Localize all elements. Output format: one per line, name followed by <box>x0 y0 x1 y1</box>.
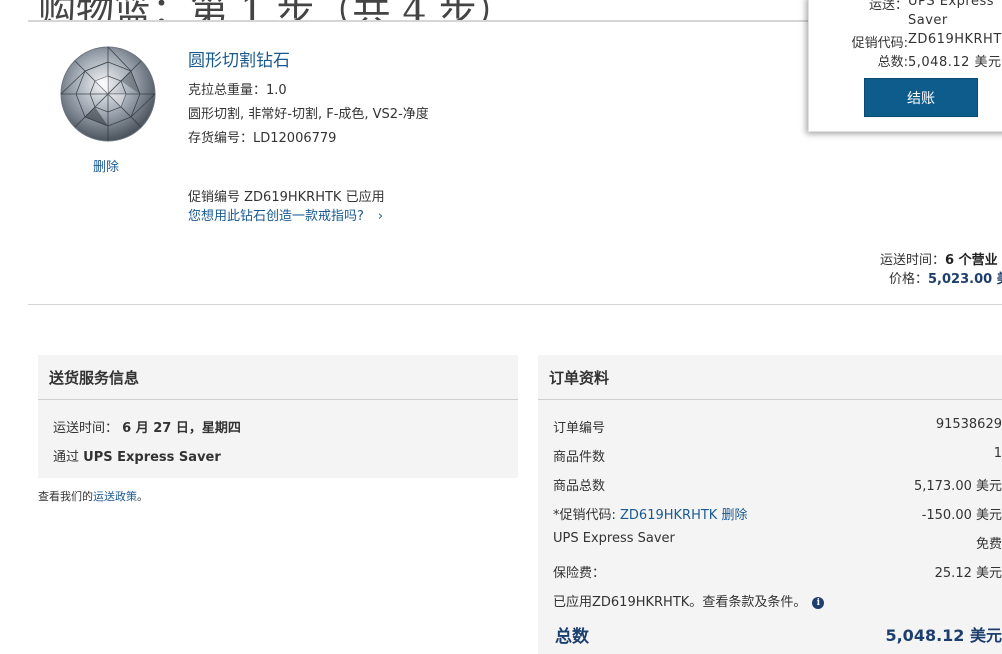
remove-item-link[interactable]: 删除 <box>93 156 119 175</box>
order-number-value: 91538629 <box>935 417 1002 432</box>
insurance-value: 25.12 美元 <box>934 566 1002 581</box>
item-carat: 克拉总重量：1.0 <box>188 83 287 98</box>
order-panel-title: 订单资料 <box>549 369 610 387</box>
summary-shipping-value: UPS Express <box>908 0 995 9</box>
terms-text: 已应用ZD619HKRHTK。查看条款及条件。 i <box>553 591 825 610</box>
promo-label-prefix: *促销代码: <box>553 508 621 523</box>
order-total-label: 总数 <box>555 627 589 647</box>
create-ring-label: 您想用此钻石创造一款戒指吗? <box>188 209 364 224</box>
summary-promo-label: 促销代码: <box>851 36 908 51</box>
promo-label: *促销代码: ZD619HKRHTK 删除 <box>553 504 747 523</box>
section-divider <box>28 304 1002 305</box>
subtotal-value: 5,173.00 美元 <box>913 479 1002 494</box>
item-ship-time-value: 6 个营业 <box>945 253 998 268</box>
policy-suffix: 。 <box>137 490 148 503</box>
diamond-image <box>60 46 156 142</box>
policy-prefix: 查看我们的 <box>38 490 93 503</box>
page-heading: 购物篮：第 1 步（共 4 步） <box>28 0 818 22</box>
shipping-policy-note: 查看我们的运送政策。 <box>38 488 148 504</box>
item-count-value: 1 <box>993 446 1002 461</box>
order-number-label: 订单编号 <box>553 421 606 436</box>
create-ring-link[interactable]: 您想用此钻石创造一款戒指吗? › <box>188 205 383 224</box>
page-title: 购物篮：第 1 步（共 4 步） <box>38 0 515 22</box>
item-price: 价格：5,023.00 美 <box>889 268 1002 287</box>
shipping-via-value: UPS Express Saver <box>83 450 221 465</box>
terms-prefix: 已应用ZD619HKRHTK。 <box>553 595 703 610</box>
shipping-time-line: 运送时间： 6 月 27 日，星期四 <box>53 417 241 436</box>
item-price-label: 价格： <box>889 272 929 287</box>
order-info-panel: 订单资料 订单编号 91538629 商品件数 1 商品总数 5,173.00 … <box>538 355 1002 654</box>
item-price-value: 5,023.00 美 <box>928 272 1002 287</box>
shipping-time-label: 运送时间： <box>53 421 119 436</box>
insurance-label: 保险费： <box>553 566 606 581</box>
promo-remove-link[interactable]: 删除 <box>721 508 747 523</box>
shipping-via-label: 通过 <box>53 450 80 465</box>
summary-shipping-value-2: Saver <box>908 13 948 28</box>
item-sku: 存货编号：LD12006779 <box>188 131 337 146</box>
chevron-right-icon: › <box>377 209 384 224</box>
shipping-info-panel: 送货服务信息 运送时间： 6 月 27 日，星期四 通过 UPS Express… <box>38 355 518 478</box>
order-panel-rule <box>538 399 1002 400</box>
promo-value: -150.00 美元 <box>921 508 1002 523</box>
shipping-cost-label: UPS Express Saver <box>553 531 675 546</box>
shipping-time-value: 6 月 27 日，星期四 <box>122 421 241 436</box>
item-promo-applied: 促销编号 ZD619HKRHTK 已应用 <box>188 190 385 205</box>
info-icon[interactable]: i <box>812 597 825 609</box>
subtotal-label: 商品总数 <box>553 479 606 494</box>
promo-code-link[interactable]: ZD619HKRHTK <box>620 508 717 523</box>
item-ship-time: 运送时间：6 个营业 <box>880 249 998 268</box>
order-summary-box: 运送： UPS Express Saver 促销代码: ZD619HKRHTK … <box>808 0 1002 132</box>
shipping-panel-title: 送货服务信息 <box>49 369 140 387</box>
item-specs: 圆形切割, 非常好-切割, F-成色, VS2-净度 <box>188 107 429 122</box>
summary-total-value: 5,048.12 美元 <box>908 55 1002 70</box>
item-ship-time-label: 运送时间： <box>880 253 946 268</box>
item-title-link[interactable]: 圆形切割钻石 <box>188 46 290 71</box>
summary-promo-value: ZD619HKRHTK <box>908 32 1002 47</box>
item-count-label: 商品件数 <box>553 450 606 465</box>
shipping-via-line: 通过 UPS Express Saver <box>53 446 221 465</box>
terms-link[interactable]: 查看条款及条件。 <box>702 595 806 610</box>
checkout-button[interactable]: 结账 <box>864 78 978 117</box>
order-total-value: 5,048.12 美元 <box>885 626 1002 645</box>
shipping-cost-value: 免费 <box>975 537 1002 552</box>
summary-total-label: 总数: <box>877 55 908 70</box>
summary-shipping-label: 运送： <box>868 0 908 13</box>
shipping-policy-link[interactable]: 运送政策 <box>93 490 137 503</box>
shipping-panel-rule <box>38 399 518 400</box>
